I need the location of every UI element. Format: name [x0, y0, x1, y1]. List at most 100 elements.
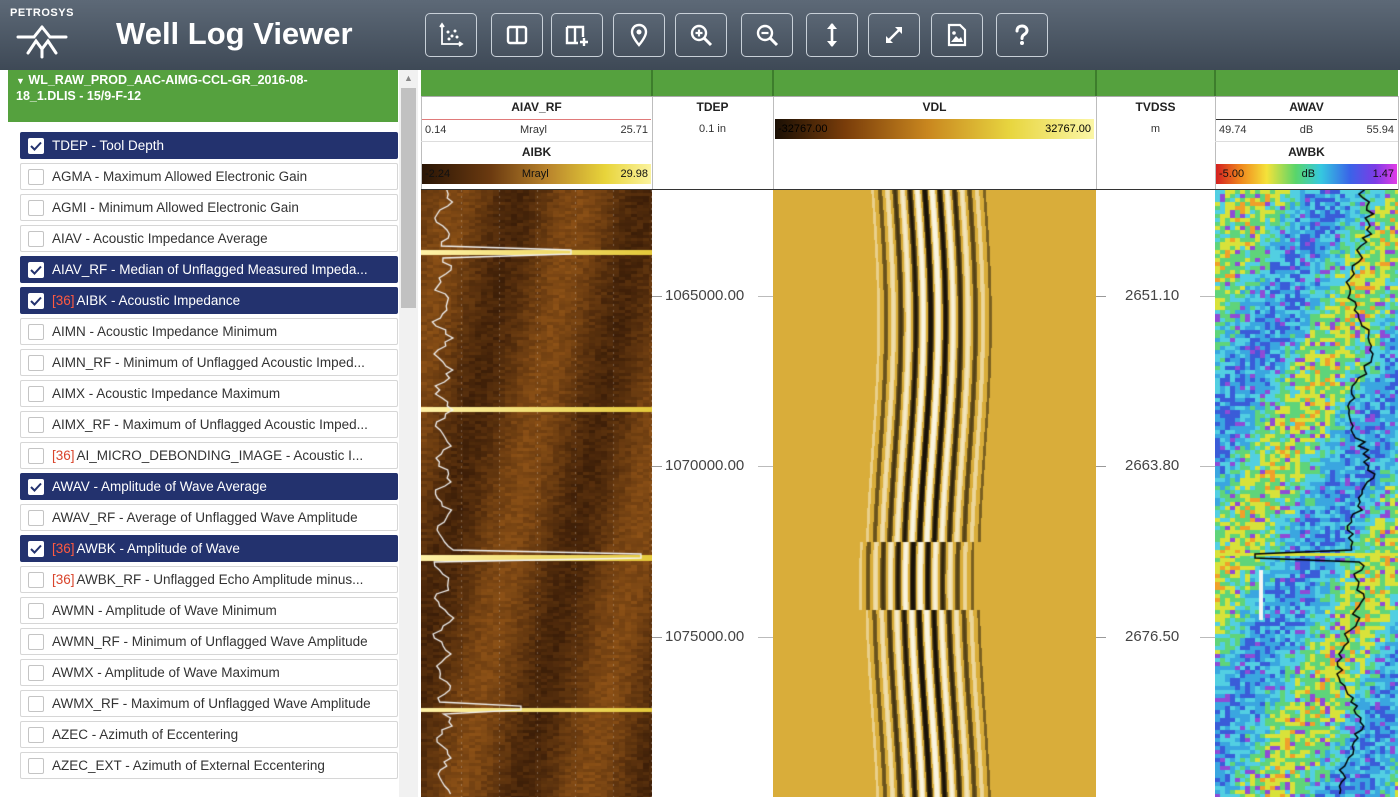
curve-checkbox[interactable] [28, 664, 44, 681]
fit-button[interactable] [868, 13, 920, 57]
curve-item[interactable]: AIMX - Acoustic Impedance Maximum [20, 380, 398, 407]
zoom-out-button[interactable] [741, 13, 793, 57]
curve-checkbox[interactable] [28, 354, 44, 371]
track-name: TVDSS [1096, 96, 1215, 118]
curve-checkbox[interactable] [28, 478, 44, 495]
add-track-button[interactable] [551, 13, 603, 57]
scale-min: -32767.00 [778, 123, 828, 135]
marker-button[interactable] [613, 13, 665, 57]
scale-min: 49.74 [1219, 123, 1247, 136]
dataset-header[interactable]: ▼ WL_RAW_PROD_AAC-AIMG-CCL-GR_2016-08- 1… [8, 70, 398, 122]
curve-checkbox[interactable] [28, 137, 44, 154]
curve-item[interactable]: AIMN_RF - Minimum of Unflagged Acoustic … [20, 349, 398, 376]
array-size-tag: [36] [52, 448, 75, 463]
curve-checkbox[interactable] [28, 695, 44, 712]
curve-checkbox[interactable] [28, 633, 44, 650]
sidebar-scrollbar[interactable]: ▲ [399, 70, 418, 797]
curve-label: AWAV_RF - Average of Unflagged Wave Ampl… [52, 510, 358, 525]
curve-item[interactable]: AWAV - Amplitude of Wave Average [20, 473, 398, 500]
array-size-tag: [36] [52, 293, 75, 308]
brand-name: PETROSYS [10, 7, 74, 19]
curve-item[interactable]: [36] AWBK_RF - Unflagged Echo Amplitude m… [20, 566, 398, 593]
crossplot-icon [439, 22, 464, 47]
curve-item[interactable]: AZEC_EXT - Azimuth of External Eccenteri… [20, 752, 398, 779]
petrosys-logo: PETROSYS [10, 7, 90, 63]
track-scale: -32767.00 32767.00 [775, 119, 1094, 139]
grid-line [758, 296, 773, 297]
curve-item[interactable]: AWMN - Amplitude of Wave Minimum [20, 597, 398, 624]
depth-tick [652, 466, 662, 467]
curve-checkbox[interactable] [28, 540, 44, 557]
curve-item[interactable]: [36] AWBK - Amplitude of Wave [20, 535, 398, 562]
curve-item[interactable]: [36] AIBK - Acoustic Impedance [20, 287, 398, 314]
curve-checkbox[interactable] [28, 509, 44, 526]
vdl-waveform-track[interactable] [773, 190, 1096, 797]
app-title: Well Log Viewer [116, 16, 353, 51]
strip-divider [651, 70, 653, 96]
curve-checkbox[interactable] [28, 602, 44, 619]
curve-item[interactable]: AGMI - Minimum Allowed Electronic Gain [20, 194, 398, 221]
curve-checkbox[interactable] [28, 447, 44, 464]
depth-label: 2651.10 [1125, 287, 1180, 304]
zoom-in-button[interactable] [675, 13, 727, 57]
checkmark-icon [30, 544, 42, 554]
curve-checkbox[interactable] [28, 571, 44, 588]
checkmark-icon [30, 482, 42, 492]
zoom-in-icon [690, 24, 713, 47]
curve-label: AIMX - Acoustic Impedance Maximum [52, 386, 281, 401]
curve-item[interactable]: TDEP - Tool Depth [20, 132, 398, 159]
track-name: AIBK [421, 141, 652, 163]
checkmark-icon [30, 265, 42, 275]
scrollbar-thumb[interactable] [401, 88, 416, 308]
scale-unit: dB [1299, 123, 1314, 136]
curve-label: AIAV_RF - Median of Unflagged Measured I… [52, 262, 368, 277]
curve-item[interactable]: AGMA - Maximum Allowed Electronic Gain [20, 163, 398, 190]
scale-unit: Mrayl [520, 123, 547, 136]
depth-range-button[interactable] [806, 13, 858, 57]
help-button[interactable] [996, 13, 1048, 57]
export-image-button[interactable] [931, 13, 983, 57]
curve-checkbox[interactable] [28, 323, 44, 340]
scale-min: -5.00 [1219, 168, 1245, 180]
array-size-tag: [36] [52, 572, 75, 587]
curve-item[interactable]: AIMN - Acoustic Impedance Minimum [20, 318, 398, 345]
curve-item[interactable]: AWAV_RF - Average of Unflagged Wave Ampl… [20, 504, 398, 531]
curve-checkbox[interactable] [28, 385, 44, 402]
awbk-image-track[interactable] [1215, 190, 1398, 797]
scale-min: -2.24 [425, 168, 451, 180]
curve-checkbox[interactable] [28, 757, 44, 774]
scroll-up-icon[interactable]: ▲ [399, 70, 418, 86]
scale-unit: 0.1 in [699, 123, 726, 135]
curve-label: AWBK_RF - Unflagged Echo Amplitude minus… [76, 572, 364, 587]
curve-checkbox[interactable] [28, 168, 44, 185]
zoom-out-icon [756, 24, 779, 47]
tvdss-depth-track[interactable] [1096, 190, 1215, 797]
curve-item[interactable]: AWMX - Amplitude of Wave Maximum [20, 659, 398, 686]
scale-max: 29.98 [620, 168, 648, 180]
track-scale: 0.1 in [653, 119, 772, 139]
curve-item[interactable]: AWMN_RF - Minimum of Unflagged Wave Ampl… [20, 628, 398, 655]
curve-label: AWBK - Amplitude of Wave [76, 541, 240, 556]
curve-item[interactable]: [36] AI_MICRO_DEBONDING_IMAGE - Acoustic … [20, 442, 398, 469]
split-view-button[interactable] [491, 13, 543, 57]
curve-checkbox[interactable] [28, 726, 44, 743]
crossplot-tool-button[interactable] [425, 13, 477, 57]
curve-checkbox[interactable] [28, 230, 44, 247]
collapse-caret-icon[interactable]: ▼ [16, 76, 25, 86]
curve-item[interactable]: AZEC - Azimuth of Eccentering [20, 721, 398, 748]
curve-checkbox[interactable] [28, 292, 44, 309]
curve-checkbox[interactable] [28, 416, 44, 433]
depth-tick [652, 296, 662, 297]
track-name: AIAV_RF [421, 96, 652, 118]
image-file-icon [947, 23, 967, 47]
curve-item[interactable]: AIAV_RF - Median of Unflagged Measured I… [20, 256, 398, 283]
curve-item[interactable]: AIMX_RF - Maximum of Unflagged Acoustic … [20, 411, 398, 438]
curve-checkbox[interactable] [28, 199, 44, 216]
curve-item[interactable]: AIAV - Acoustic Impedance Average [20, 225, 398, 252]
curve-label: AIMX_RF - Maximum of Unflagged Acoustic … [52, 417, 368, 432]
curve-checkbox[interactable] [28, 261, 44, 278]
tdep-depth-track[interactable] [652, 190, 773, 797]
track-name: VDL [773, 96, 1096, 118]
aibk-image-track[interactable] [421, 190, 652, 797]
curve-item[interactable]: AWMX_RF - Maximum of Unflagged Wave Ampl… [20, 690, 398, 717]
